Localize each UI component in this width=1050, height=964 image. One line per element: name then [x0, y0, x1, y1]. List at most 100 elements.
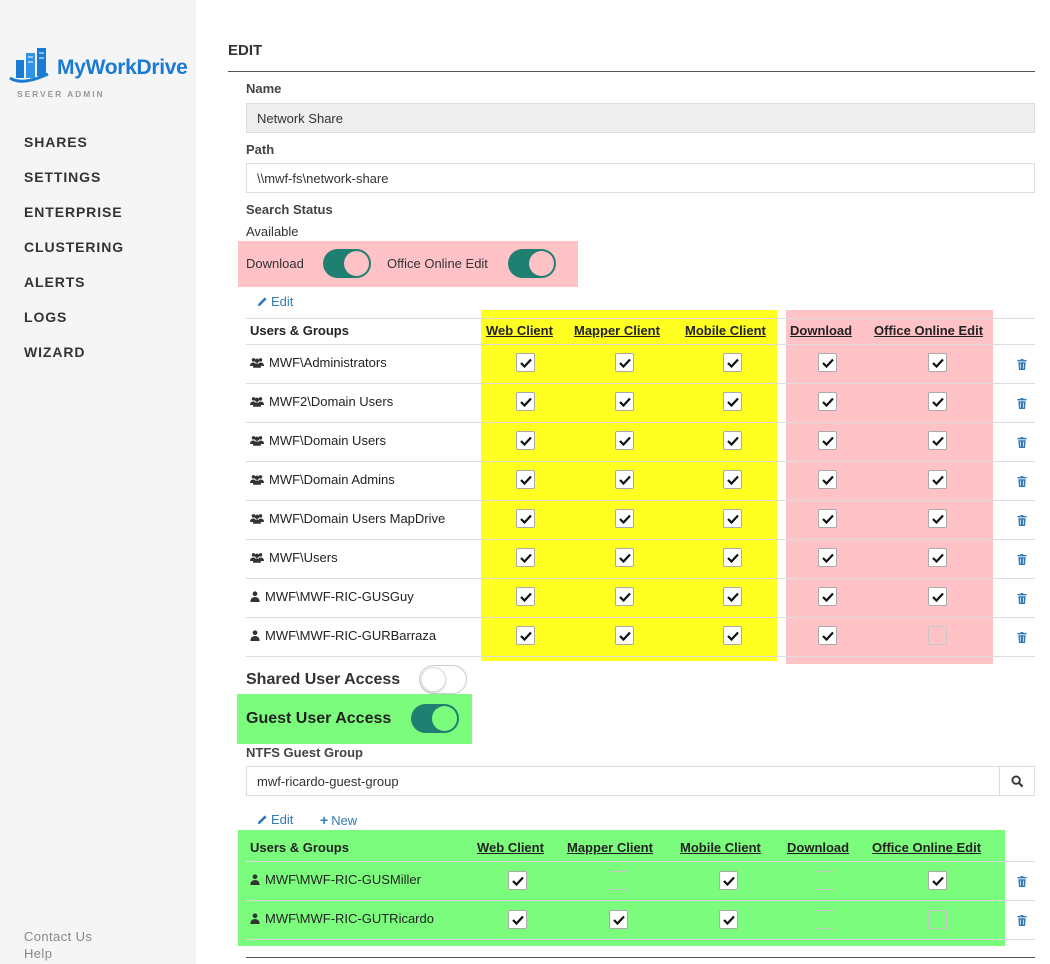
nav-item-alerts[interactable]: ALERTS	[24, 274, 85, 290]
col-office-online-edit[interactable]: Office Online Edit	[874, 323, 983, 338]
permission-checkbox[interactable]	[928, 871, 947, 890]
permission-checkbox[interactable]	[928, 587, 947, 606]
permission-checkbox[interactable]	[928, 353, 947, 372]
brand-logo[interactable]: MyWorkDrive SERVER ADMIN	[8, 44, 193, 104]
permission-checkbox[interactable]	[818, 470, 837, 489]
download-toggle[interactable]	[323, 249, 371, 278]
permission-checkbox[interactable]	[516, 392, 535, 411]
name-label: Name	[246, 81, 282, 96]
help-link[interactable]: Help	[24, 946, 52, 961]
permission-checkbox[interactable]	[928, 392, 947, 411]
permission-checkbox[interactable]	[818, 509, 837, 528]
permission-checkbox[interactable]	[516, 509, 535, 528]
shared-access-toggle[interactable]	[419, 665, 467, 694]
permissions-edit-link[interactable]: Edit	[257, 294, 293, 309]
permission-checkbox[interactable]	[818, 392, 837, 411]
delete-row-button[interactable]	[1017, 591, 1029, 604]
permission-checkbox[interactable]	[508, 910, 527, 929]
permission-checkbox[interactable]	[723, 392, 742, 411]
guest-group-search-button[interactable]	[999, 766, 1035, 796]
permission-checkbox[interactable]	[818, 353, 837, 372]
guest-access-toggle[interactable]	[411, 704, 459, 733]
permission-checkbox[interactable]	[723, 626, 742, 645]
delete-row-button[interactable]	[1017, 874, 1029, 887]
permission-checkbox[interactable]	[723, 509, 742, 528]
guest-col-web-client[interactable]: Web Client	[477, 840, 544, 855]
path-field[interactable]: \\mwf-fs\network-share	[246, 163, 1035, 193]
col-users-groups: Users & Groups	[250, 323, 349, 338]
guest-col-mapper-client[interactable]: Mapper Client	[567, 840, 653, 855]
permission-checkbox[interactable]	[615, 431, 634, 450]
permission-checkbox[interactable]	[609, 910, 628, 929]
permission-checkbox[interactable]	[818, 431, 837, 450]
permission-checkbox[interactable]	[516, 626, 535, 645]
permission-checkbox[interactable]	[615, 548, 634, 567]
office-online-toggle[interactable]	[508, 249, 556, 278]
permission-checkbox[interactable]	[723, 353, 742, 372]
permission-checkbox[interactable]	[815, 910, 834, 929]
delete-row-button[interactable]	[1017, 474, 1029, 487]
guest-group-field[interactable]: mwf-ricardo-guest-group	[246, 766, 1000, 796]
permission-checkbox[interactable]	[928, 470, 947, 489]
delete-row-button[interactable]	[1017, 357, 1029, 370]
nav-item-wizard[interactable]: WIZARD	[24, 344, 85, 360]
permission-checkbox[interactable]	[928, 548, 947, 567]
permission-checkbox[interactable]	[928, 431, 947, 450]
delete-row-button[interactable]	[1017, 435, 1029, 448]
col-web-client[interactable]: Web Client	[486, 323, 553, 338]
row-divider	[246, 939, 1035, 940]
col-mapper-client[interactable]: Mapper Client	[574, 323, 660, 338]
col-mobile-client[interactable]: Mobile Client	[685, 323, 766, 338]
permission-checkbox[interactable]	[928, 626, 947, 645]
users-icon	[250, 397, 264, 407]
permission-checkbox[interactable]	[615, 392, 634, 411]
guest-new-link[interactable]: + New	[320, 812, 357, 828]
row-name-label: MWF\Domain Users	[269, 433, 387, 448]
permission-checkbox[interactable]	[516, 548, 535, 567]
nav-item-shares[interactable]: SHARES	[24, 134, 88, 150]
permission-checkbox[interactable]	[615, 587, 634, 606]
permission-checkbox[interactable]	[818, 587, 837, 606]
permission-checkbox[interactable]	[723, 431, 742, 450]
permission-checkbox[interactable]	[615, 626, 634, 645]
guest-col-mobile-client[interactable]: Mobile Client	[680, 840, 761, 855]
guest-edit-link[interactable]: Edit	[257, 812, 293, 827]
permission-checkbox[interactable]	[516, 431, 535, 450]
guest-col-office-online-edit[interactable]: Office Online Edit	[872, 840, 981, 855]
delete-row-button[interactable]	[1017, 630, 1029, 643]
nav-item-logs[interactable]: LOGS	[24, 309, 67, 325]
delete-row-button[interactable]	[1017, 513, 1029, 526]
permission-checkbox[interactable]	[723, 548, 742, 567]
row-divider	[246, 344, 1035, 345]
permission-checkbox[interactable]	[928, 910, 947, 929]
permission-checkbox[interactable]	[723, 587, 742, 606]
permission-checkbox[interactable]	[815, 871, 834, 890]
delete-row-button[interactable]	[1017, 552, 1029, 565]
permission-checkbox[interactable]	[928, 509, 947, 528]
name-field[interactable]: Network Share	[246, 103, 1035, 133]
permission-checkbox[interactable]	[615, 509, 634, 528]
permission-checkbox[interactable]	[516, 587, 535, 606]
permission-checkbox[interactable]	[516, 353, 535, 372]
nav-item-clustering[interactable]: CLUSTERING	[24, 239, 124, 255]
permission-checkbox[interactable]	[508, 871, 527, 890]
nav-item-settings[interactable]: SETTINGS	[24, 169, 101, 185]
col-download[interactable]: Download	[790, 323, 852, 338]
plus-icon: +	[320, 812, 329, 828]
row-name-label: MWF\Domain Users MapDrive	[269, 511, 446, 526]
permission-checkbox[interactable]	[516, 470, 535, 489]
main-content: EDIT Name Network Share Path \\mwf-fs\ne…	[228, 0, 1036, 964]
permission-checkbox[interactable]	[723, 470, 742, 489]
permission-checkbox[interactable]	[615, 353, 634, 372]
nav-item-enterprise[interactable]: ENTERPRISE	[24, 204, 122, 220]
permission-checkbox[interactable]	[818, 626, 837, 645]
permission-checkbox[interactable]	[615, 470, 634, 489]
contact-us-link[interactable]: Contact Us	[24, 929, 92, 944]
permission-checkbox[interactable]	[818, 548, 837, 567]
permission-checkbox[interactable]	[609, 871, 628, 890]
delete-row-button[interactable]	[1017, 396, 1029, 409]
permission-checkbox[interactable]	[719, 910, 738, 929]
delete-row-button[interactable]	[1017, 913, 1029, 926]
permission-checkbox[interactable]	[719, 871, 738, 890]
guest-col-download[interactable]: Download	[787, 840, 849, 855]
